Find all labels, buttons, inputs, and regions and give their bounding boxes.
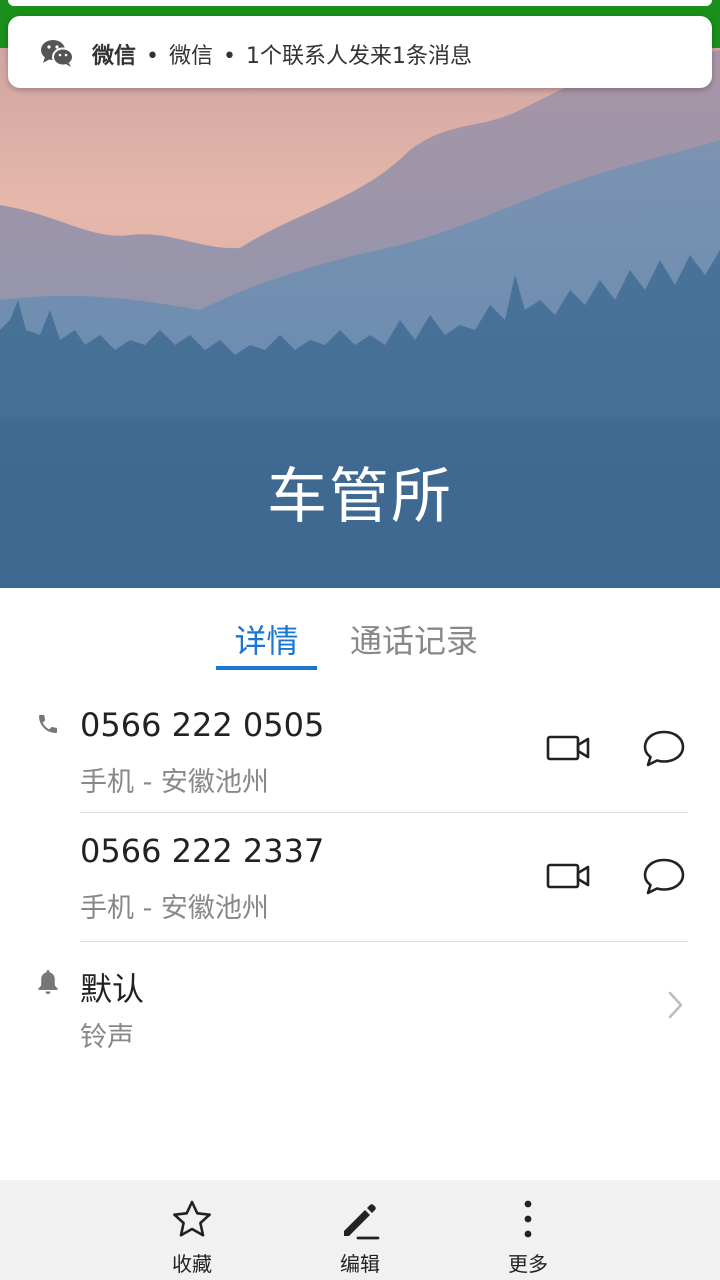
bottom-action-bar: 收藏 编辑 更多 (0, 1180, 720, 1280)
ringtone-row[interactable]: 默认 铃声 (0, 942, 720, 1062)
notification-app-name: 微信 (92, 44, 137, 69)
phone-number: 0566 222 0505 (80, 706, 325, 744)
tab-details[interactable]: 详情 (216, 616, 317, 662)
contact-header-image: 车管所 (0, 0, 720, 588)
chevron-right-icon (668, 991, 683, 1019)
notification-title: 微信 (169, 44, 214, 69)
favorite-label: 收藏 (172, 1252, 212, 1276)
bell-icon (38, 970, 58, 994)
star-icon (173, 1200, 211, 1237)
notification-banner[interactable]: 微信 • 微信 • 1个联系人发来1条消息 (8, 16, 712, 88)
wechat-icon (41, 40, 74, 67)
phone-row-2[interactable]: 0566 222 2337 手机 - 安徽池州 (0, 813, 720, 941)
phone-icon (39, 715, 57, 733)
message-icon[interactable] (642, 856, 686, 896)
video-call-icon[interactable] (546, 733, 590, 763)
phone-label: 手机 - 安徽池州 (80, 767, 269, 798)
phone-number: 0566 222 2337 (80, 832, 325, 870)
more-button[interactable]: 更多 (468, 1180, 588, 1280)
pencil-icon (344, 1204, 380, 1240)
notification-separator: • (146, 44, 159, 69)
phone-row-1[interactable]: 0566 222 0505 手机 - 安徽池州 (0, 690, 720, 812)
tab-indicator (216, 666, 317, 670)
edit-button[interactable]: 编辑 (300, 1180, 420, 1280)
notification-message: 1个联系人发来1条消息 (246, 44, 472, 69)
notification-text: 微信 • 微信 • 1个联系人发来1条消息 (92, 38, 472, 70)
message-icon[interactable] (642, 728, 686, 768)
tab-call-log[interactable]: 通话记录 (350, 616, 478, 662)
ringtone-label: 铃声 (80, 1022, 134, 1053)
edit-label: 编辑 (340, 1252, 380, 1276)
more-vertical-icon (524, 1200, 532, 1238)
tab-bar: 详情 通话记录 (0, 588, 720, 674)
notification-separator: • (223, 44, 236, 69)
contact-name: 车管所 (267, 462, 453, 532)
more-label: 更多 (508, 1252, 548, 1276)
phone-label: 手机 - 安徽池州 (80, 893, 269, 924)
ringtone-value: 默认 (80, 970, 145, 1008)
favorite-button[interactable]: 收藏 (132, 1180, 252, 1280)
video-call-icon[interactable] (546, 861, 590, 891)
